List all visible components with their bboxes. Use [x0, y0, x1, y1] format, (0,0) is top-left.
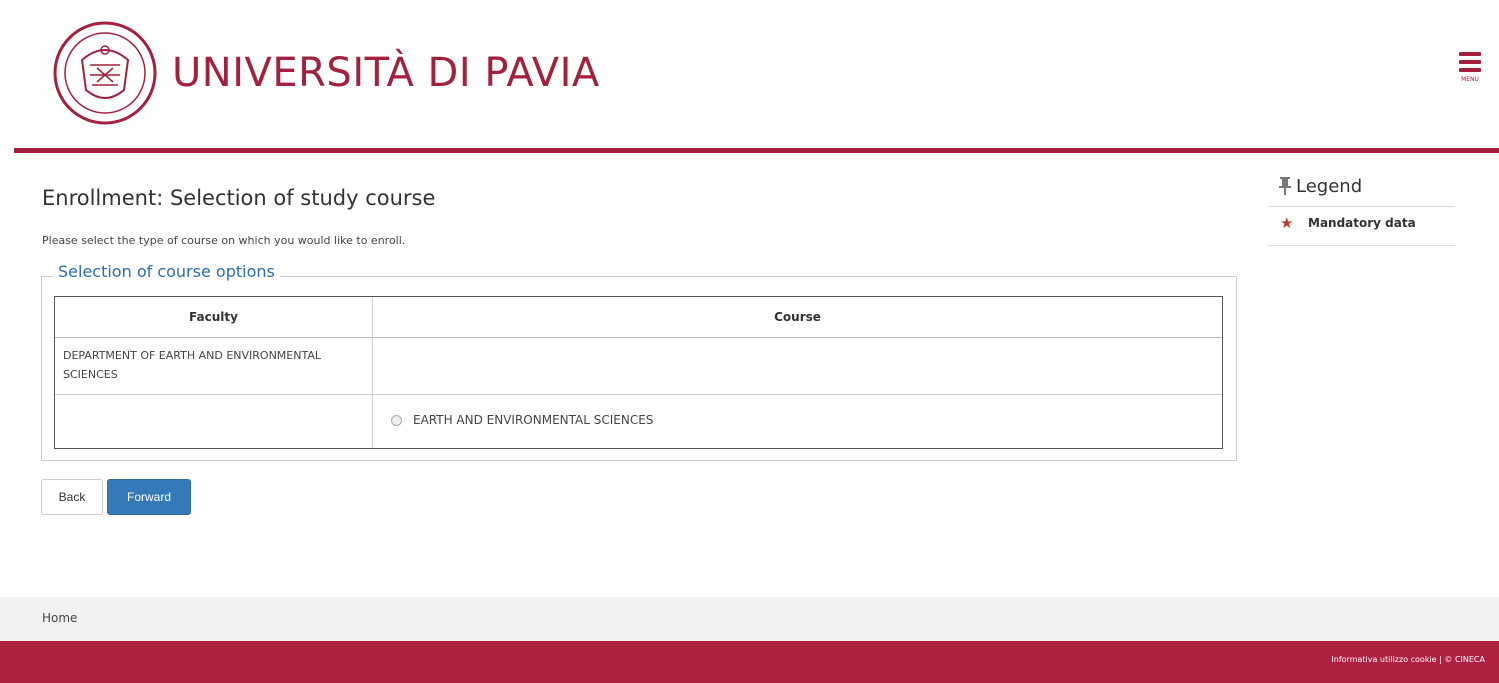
table-row: DEPARTMENT OF EARTH AND ENVIRONMENTAL SC… [55, 337, 1222, 395]
course-option-label[interactable]: EARTH AND ENVIRONMENTAL SCIENCES [413, 413, 653, 427]
footer-bottom-bar: Informativa utilizzo cookie | © CINECA [0, 641, 1499, 683]
pin-icon [1279, 177, 1291, 195]
course-radio-button[interactable] [391, 415, 402, 426]
column-header-faculty: Faculty [189, 310, 238, 324]
footer-separator: | [1439, 655, 1442, 664]
header-divider [14, 148, 1499, 153]
back-button[interactable]: Back [41, 479, 103, 515]
forward-button[interactable]: Forward [107, 479, 191, 515]
table-row: EARTH AND ENVIRONMENTAL SCIENCES [55, 395, 1222, 448]
hamburger-icon [1452, 52, 1488, 72]
footer-nav: Home [0, 597, 1499, 641]
menu-label: MENU [1461, 76, 1479, 83]
cookie-policy-link[interactable]: Informativa utilizzo cookie [1331, 655, 1436, 664]
university-seal-icon [53, 21, 157, 125]
legend-title: Legend [1296, 176, 1363, 197]
table-header: Faculty Course [55, 297, 1222, 338]
footer-links: Informativa utilizzo cookie | © CINECA [1331, 655, 1485, 664]
legend-item: ★ Mandatory data [1268, 207, 1455, 246]
page-description: Please select the type of course on whic… [42, 234, 406, 247]
legend-item-label: Mandatory data [1308, 216, 1416, 230]
star-icon: ★ [1280, 214, 1294, 232]
legend-header: Legend [1268, 172, 1455, 207]
menu-button[interactable]: MENU [1452, 52, 1488, 92]
home-link[interactable]: Home [42, 611, 77, 625]
faculty-cell: DEPARTMENT OF EARTH AND ENVIRONMENTAL SC… [63, 349, 321, 381]
university-name: UNIVERSITÀ DI PAVIA [172, 50, 600, 96]
course-table: Faculty Course DEPARTMENT OF EARTH AND E… [54, 296, 1223, 449]
copyright-link[interactable]: © CINECA [1444, 655, 1485, 664]
page-title: Enrollment: Selection of study course [42, 186, 436, 210]
legend-panel: Legend ★ Mandatory data [1268, 172, 1455, 246]
page-header: UNIVERSITÀ DI PAVIA MENU [0, 0, 1499, 153]
fieldset-legend: Selection of course options [53, 262, 280, 281]
column-header-course: Course [774, 310, 821, 324]
